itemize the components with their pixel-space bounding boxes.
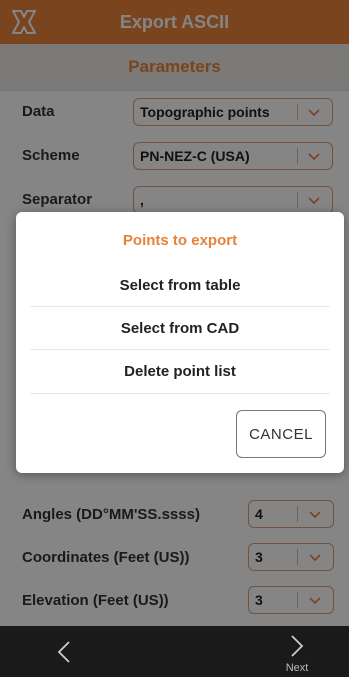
option-divider [30,393,330,394]
points-to-export-dialog: Points to export Select from table Selec… [16,212,344,473]
select-from-cad-option[interactable]: Select from CAD [30,307,330,350]
select-from-table-option[interactable]: Select from table [30,264,330,307]
bottom-nav-bar: Next [0,626,349,677]
cancel-button[interactable]: CANCEL [236,410,326,458]
back-arrow-icon[interactable] [54,638,74,666]
delete-point-list-option[interactable]: Delete point list [30,350,330,393]
dialog-title: Points to export [122,232,238,249]
next-label[interactable]: Next [282,662,312,674]
export-ascii-screen: Export ASCII Parameters Data Topographic… [0,0,349,677]
